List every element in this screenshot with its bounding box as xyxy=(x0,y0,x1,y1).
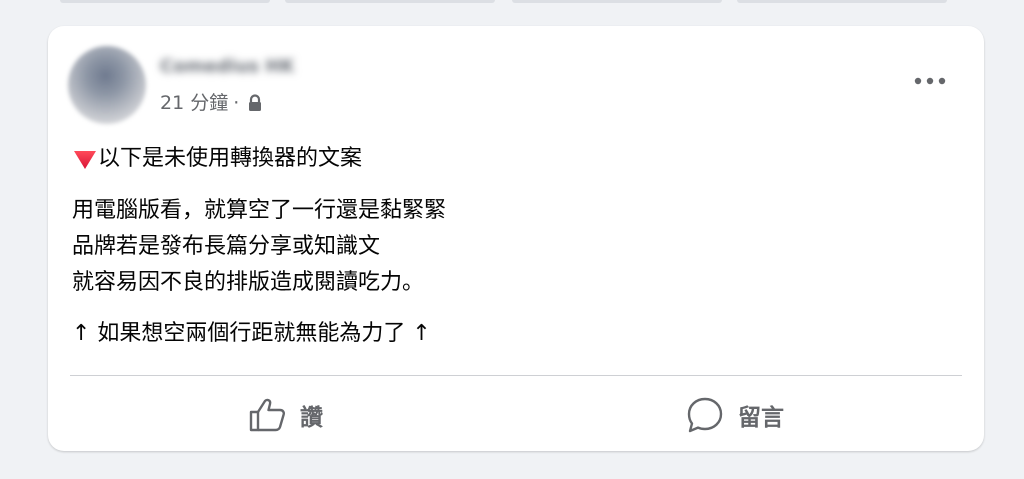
thumbs-up-icon xyxy=(249,398,285,432)
post-text: 以下是未使用轉換器的文案 xyxy=(98,146,363,171)
meta-separator: · xyxy=(233,92,240,114)
card-edge xyxy=(60,0,270,3)
post-line-4: 就容易因不良的排版造成閱讀吃力。 xyxy=(72,270,425,295)
more-options-button[interactable] xyxy=(912,70,948,92)
comment-button[interactable]: 留言 xyxy=(686,390,784,440)
card-edge xyxy=(512,0,722,3)
avatar[interactable] xyxy=(68,46,146,124)
previous-cards-edge xyxy=(0,0,1024,4)
post-time[interactable]: 21 分鐘 xyxy=(160,91,228,115)
post-line-5: ↑ 如果想空兩個行距就無能為力了 ↑ xyxy=(72,321,431,346)
card-edge xyxy=(737,0,947,3)
more-dots-icon xyxy=(914,77,946,85)
card-edge xyxy=(285,0,495,3)
red-down-triangle-icon xyxy=(74,151,96,169)
comment-label: 留言 xyxy=(738,405,784,431)
author-name[interactable]: Comedius HK xyxy=(160,56,294,78)
post-line-3: 品牌若是發布長篇分享或知識文 xyxy=(72,234,381,259)
comment-bubble-icon xyxy=(687,397,723,433)
post-line-1: 以下是未使用轉換器的文案 xyxy=(72,144,362,174)
like-label: 讚 xyxy=(300,405,323,431)
divider xyxy=(70,375,962,376)
lock-icon[interactable] xyxy=(246,93,264,113)
post-meta: 21 分鐘 · xyxy=(160,91,264,115)
like-button[interactable]: 讚 xyxy=(248,390,323,440)
post-card: Comedius HK 21 分鐘 · 以下是未使用轉換器的文案 用電腦版看，就… xyxy=(48,26,984,451)
post-line-2: 用電腦版看，就算空了一行還是黏緊緊 xyxy=(72,198,447,223)
